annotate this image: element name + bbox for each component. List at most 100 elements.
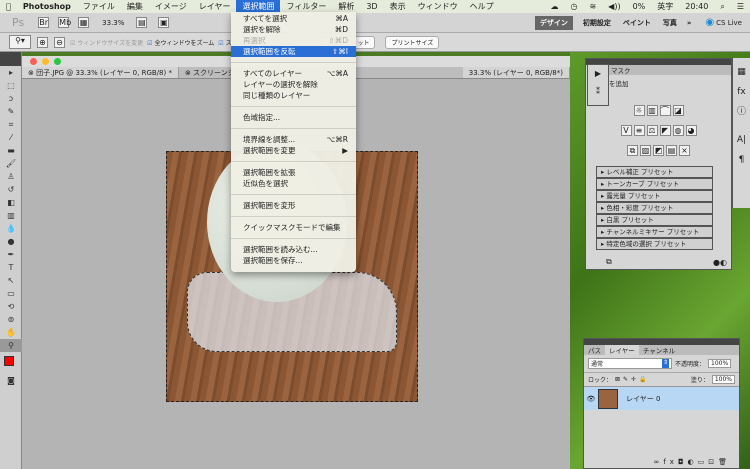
menu-item[interactable]: レイヤーの選択を解除 [231,79,356,90]
selective-color-icon[interactable]: ⨯ [679,145,690,156]
blur-tool-icon[interactable]: 💧 [0,222,22,235]
paragraph-icon[interactable]: ¶ [733,150,750,170]
menu-item[interactable]: 再選択 ⇧⌘D [231,35,356,46]
healing-brush-tool-icon[interactable]: ▬ [0,144,22,157]
zoom-in-icon[interactable]: ⊕ [37,36,48,48]
bridge-icon[interactable]: Br [38,17,50,28]
menu-item[interactable]: 境界線を調整... ⌥⌘R [231,134,356,145]
blend-mode-select[interactable]: 通常 ⇕ [588,358,672,369]
invert-icon[interactable]: ⧉ [627,145,638,156]
vibrance-icon[interactable]: V [620,125,632,136]
print-size-button[interactable]: プリントサイズ [385,35,440,49]
new-layer-icon[interactable]: ⊡ [708,458,718,466]
clock[interactable]: 20:40 [679,0,714,13]
input-method[interactable]: 英字 [651,0,679,13]
color-balance-icon[interactable]: ⚖ [646,125,658,136]
eraser-tool-icon[interactable]: ◧ [0,196,22,209]
zoom-level-dropdown[interactable]: 33.3% [102,19,124,27]
menu-window[interactable]: ウィンドウ [412,0,464,13]
link-icon[interactable]: ∞ [654,458,664,466]
tab-masks[interactable]: マスク [607,65,635,75]
clip-icon[interactable]: ⧉ [606,257,612,267]
path-selection-tool-icon[interactable]: ↖ [0,274,22,287]
3d-orbit-tool-icon[interactable]: ⊚ [0,313,22,326]
tab-channels[interactable]: チャンネル [639,345,679,355]
exposure-icon[interactable]: ◪ [672,105,684,116]
screen-mode-icon[interactable]: ▣ [158,17,170,28]
zoom-tool-icon[interactable]: ⚲ [0,339,22,352]
lasso-tool-icon[interactable]: ↄ [0,92,22,105]
menu-item[interactable]: 選択範囲を変形 [231,200,356,211]
layer-row[interactable]: 👁 レイヤー 0 [584,386,739,410]
type-tool-icon[interactable]: T [0,261,22,274]
shape-tool-icon[interactable]: ▭ [0,287,22,300]
quick-selection-tool-icon[interactable]: ✎ [0,105,22,118]
menu-file[interactable]: ファイル [77,0,121,13]
menu-view[interactable]: 表示 [384,0,412,13]
preset-black-white[interactable]: ▸ 白黒 プリセット [596,214,713,226]
mask-icon[interactable]: ◘ [678,458,688,466]
brush-presets-icon[interactable]: ⁑ [588,83,608,101]
clone-stamp-tool-icon[interactable]: ♙ [0,170,22,183]
wifi-icon[interactable]: ≋ [583,0,602,13]
preset-exposure[interactable]: ▸ 露光量 プリセット [596,190,713,202]
move-tool-icon[interactable]: ▸ [0,66,22,79]
menu-item[interactable]: 選択範囲を拡張 [231,167,356,178]
zoom-out-icon[interactable]: ⊖ [54,36,65,48]
marquee-tool-icon[interactable]: ⬚ [0,79,22,92]
zoom-tool-preset-icon[interactable]: ⚲▾ [9,35,31,49]
zoom-button[interactable] [54,58,61,65]
workspace-essentials[interactable]: 初期設定 [583,18,611,28]
menu-item[interactable]: 同じ種類のレイヤー [231,90,356,101]
menu-item[interactable]: すべてを選択 ⌘A [231,13,356,24]
styles-icon[interactable]: fx [733,82,750,102]
mini-bridge-icon[interactable]: Mb [58,17,71,28]
menu-item[interactable]: 選択範囲を保存... [231,255,356,266]
photo-filter-icon[interactable]: ◍ [672,125,684,136]
preset-hue-saturation[interactable]: ▸ 色相・彩度 プリセット [596,202,713,214]
workspace-photography[interactable]: 写真 [663,18,677,28]
view-extras-icon[interactable]: ▦ [78,17,90,28]
channel-mixer-icon[interactable]: ◕ [685,125,697,136]
search-icon[interactable]: ⌕ [714,0,730,13]
battery-status[interactable]: 0% [627,0,652,13]
close-button[interactable] [30,58,37,65]
menu-item[interactable]: すべてのレイヤー ⌥⌘A [231,68,356,79]
arrange-documents-icon[interactable]: ▤ [136,17,148,28]
menu-item[interactable]: クイックマスクモードで編集 [231,222,356,233]
zoom-all-checkbox[interactable]: ☑ 全ウィンドウをズーム [147,38,214,47]
crop-tool-icon[interactable]: ⌗ [0,118,22,131]
volume-icon[interactable]: ◀)) [602,0,626,13]
preset-channel-mixer[interactable]: ▸ チャンネルミキサー プリセット [596,226,713,238]
brush-tool-icon[interactable]: 🖌 [0,157,22,170]
actions-icon[interactable]: ▶ [588,65,608,83]
info-icon[interactable]: ⓘ [733,102,750,122]
menu-item[interactable]: 選択を解除 ⌘D [231,24,356,35]
color-swatches[interactable] [0,352,21,374]
menu-layer[interactable]: レイヤー [193,0,237,13]
menu-edit[interactable]: 編集 [121,0,149,13]
black-white-icon[interactable]: ◤ [659,125,671,136]
threshold-icon[interactable]: ◩ [653,145,664,156]
opacity-input[interactable]: 100% [708,359,732,368]
menu-image[interactable]: イメージ [149,0,193,13]
tab-right[interactable]: 33.3% (レイヤー 0, RGB/8*) [462,67,570,78]
preset-curves[interactable]: ▸ トーンカーブ プリセット [596,178,713,190]
menu-item[interactable]: 選択範囲を反転 ⇧⌘I [231,46,356,57]
menu-3d[interactable]: 3D [360,0,383,13]
lock-paint-icon[interactable]: ✎ [623,376,628,383]
brightness-icon[interactable]: ☼ [633,105,645,116]
quick-mask-icon[interactable]: ◙ [0,374,22,387]
hue-saturation-icon[interactable]: ≡ [633,125,645,136]
fill-input[interactable]: 100% [711,375,735,384]
menu-item[interactable]: 選択範囲を変更 ▶ [231,145,356,156]
menu-item[interactable]: 選択範囲を読み込む... [231,244,356,255]
menu-item[interactable]: 近似色を選択 [231,178,356,189]
trash-icon[interactable]: 🗑 [718,458,731,466]
history-brush-tool-icon[interactable]: ↺ [0,183,22,196]
lock-transparent-icon[interactable]: ⊠ [615,376,620,383]
lock-position-icon[interactable]: ✛ [631,376,636,383]
preset-selective-color[interactable]: ▸ 特定色域の選択 プリセット [596,238,713,250]
workspace-design[interactable]: デザイン [534,15,573,30]
gradient-map-icon[interactable]: ▤ [666,145,677,156]
